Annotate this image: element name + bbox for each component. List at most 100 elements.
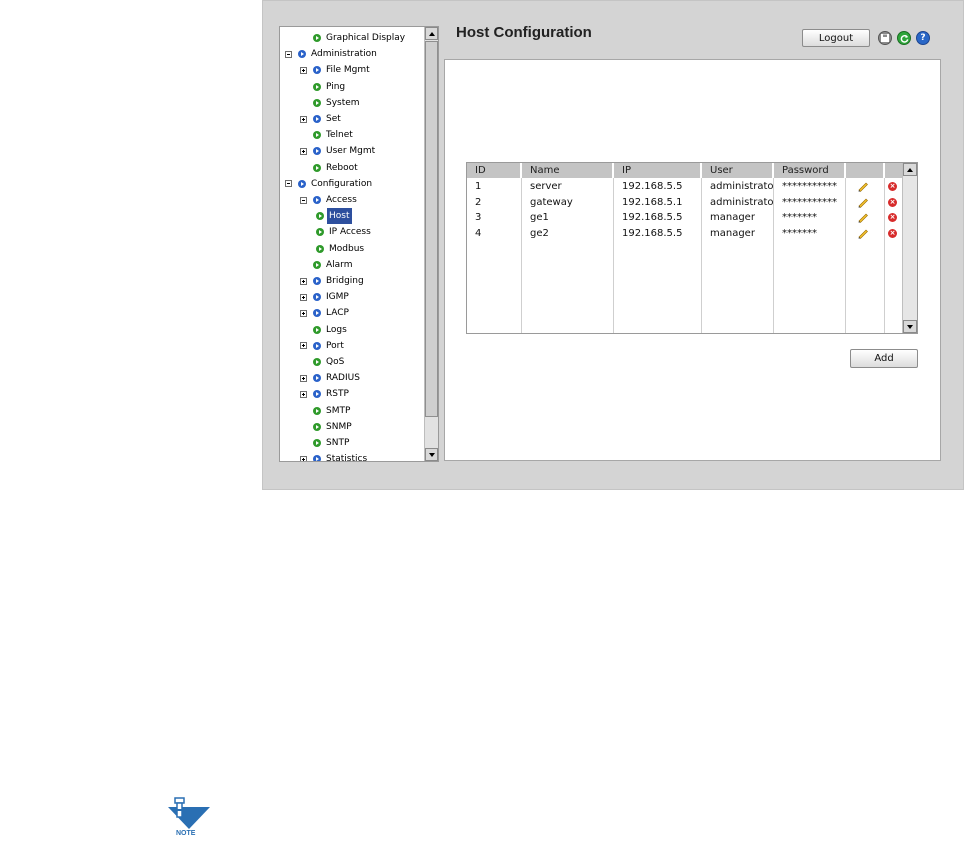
collapse-icon[interactable] <box>300 196 307 204</box>
expand-icon[interactable] <box>300 374 307 382</box>
tree-item[interactable]: LACP <box>300 305 351 321</box>
tree-item[interactable]: Ping <box>313 79 347 95</box>
tree-item-label: LACP <box>326 308 349 319</box>
edit-pencil-icon[interactable] <box>857 228 869 239</box>
table-row[interactable]: 3 ge1 192.168.5.5 manager ******* × <box>467 210 902 225</box>
page-node-icon <box>313 131 321 140</box>
cell-user: administrato <box>710 181 774 192</box>
tree-item[interactable]: Alarm <box>313 257 354 273</box>
cell-password: ******* <box>782 212 817 223</box>
table-scroll-up-button[interactable] <box>903 163 917 176</box>
tree-item[interactable]: Host <box>316 208 352 225</box>
cell-password: ******* <box>782 227 817 239</box>
table-scroll-down-button[interactable] <box>903 320 917 333</box>
table-row[interactable]: 1 server 192.168.5.5 administrato **********… <box>467 179 902 194</box>
table-scrollbar[interactable] <box>902 163 917 333</box>
tree-item[interactable]: SNMP <box>313 419 354 435</box>
expand-icon[interactable] <box>300 147 307 155</box>
tree-item-label: SNMP <box>326 421 352 432</box>
tree-item[interactable]: Port <box>300 338 346 354</box>
tree-item[interactable]: File Mgmt <box>300 62 372 78</box>
collapse-icon[interactable] <box>285 50 292 58</box>
cell-password: *********** <box>782 181 837 192</box>
refresh-arrows-icon <box>900 34 908 43</box>
column-header-id[interactable]: ID <box>467 163 522 178</box>
tree-item[interactable]: SNTP <box>313 435 351 451</box>
column-header-user[interactable]: User <box>702 163 774 178</box>
scroll-up-button[interactable] <box>425 27 438 40</box>
logout-button[interactable]: Logout <box>802 29 870 47</box>
expand-icon[interactable] <box>300 342 307 350</box>
arrow-down-icon <box>428 452 435 457</box>
tree-item-label: IP Access <box>329 227 371 238</box>
tree-item[interactable]: Modbus <box>316 241 366 257</box>
arrow-down-icon <box>907 324 913 329</box>
column-header-name[interactable]: Name <box>522 163 614 178</box>
column-header-password[interactable]: Password <box>774 163 846 178</box>
delete-icon[interactable]: × <box>888 197 897 207</box>
help-icon[interactable]: ? <box>916 31 930 45</box>
tree-item[interactable]: Set <box>300 111 343 127</box>
folder-node-icon <box>298 50 306 59</box>
tree-item[interactable]: Graphical Display <box>313 30 407 46</box>
expand-icon[interactable] <box>300 293 307 301</box>
expand-icon[interactable] <box>300 115 307 123</box>
tree-item[interactable]: IGMP <box>300 289 351 305</box>
tree-item[interactable]: Reboot <box>313 160 360 176</box>
column-header-ip[interactable]: IP <box>614 163 702 178</box>
expand-icon[interactable] <box>300 277 307 285</box>
edit-pencil-icon[interactable] <box>857 212 869 223</box>
edit-pencil-icon[interactable] <box>857 181 869 192</box>
tree-item-label: User Mgmt <box>326 146 376 157</box>
page-title: Host Configuration <box>456 24 592 41</box>
add-button[interactable]: Add <box>850 349 918 368</box>
cell-id: 2 <box>475 196 482 208</box>
table-row[interactable]: 2 gateway 192.168.5.1 administrato *********… <box>467 195 902 210</box>
delete-icon[interactable]: × <box>888 228 897 238</box>
refresh-icon[interactable] <box>897 31 911 45</box>
tree-item-label: Modbus <box>329 243 365 254</box>
expand-icon[interactable] <box>300 390 307 398</box>
save-icon[interactable] <box>878 31 892 45</box>
tree-item-label: System <box>326 97 360 108</box>
page-node-icon <box>313 422 321 431</box>
tree-item[interactable]: Configuration <box>285 176 374 192</box>
expand-icon[interactable] <box>300 66 307 74</box>
tree-item[interactable]: System <box>313 95 362 111</box>
tree-item[interactable]: SMTP <box>313 403 352 419</box>
tree-item[interactable]: User Mgmt <box>300 143 377 159</box>
scroll-down-button[interactable] <box>425 448 438 461</box>
tree-item[interactable]: Access <box>300 192 359 208</box>
expand-icon[interactable] <box>300 309 307 317</box>
edit-pencil-icon[interactable] <box>857 197 869 208</box>
tree-item-label: RSTP <box>326 389 349 400</box>
page-node-icon <box>313 98 321 107</box>
expand-icon[interactable] <box>300 455 307 461</box>
tree-item[interactable]: Bridging <box>300 273 366 289</box>
tree-item[interactable]: QoS <box>313 354 346 370</box>
tree-item[interactable]: RSTP <box>300 386 351 402</box>
tree-item[interactable]: Logs <box>313 322 349 338</box>
tree-scrollbar[interactable] <box>424 27 438 461</box>
tree-item[interactable]: Administration <box>285 46 379 62</box>
delete-icon[interactable]: × <box>888 213 897 222</box>
folder-node-icon <box>313 293 321 302</box>
tree-item[interactable]: IP Access <box>316 224 373 240</box>
tree-item-label: Administration <box>311 49 377 60</box>
tree-item-label: SMTP <box>326 405 351 416</box>
tree-item[interactable]: Statistics <box>300 451 369 461</box>
page-node-icon <box>316 212 324 221</box>
page-node-icon <box>316 228 324 237</box>
page-node-icon <box>313 406 321 415</box>
tree-item-label: Telnet <box>326 130 353 141</box>
cell-id: 1 <box>475 181 482 192</box>
page-node-icon <box>313 260 321 269</box>
tree-item[interactable]: Telnet <box>313 127 355 143</box>
tree-item[interactable]: RADIUS <box>300 370 362 386</box>
note-label: NOTE <box>176 830 196 837</box>
scroll-thumb[interactable] <box>425 41 438 417</box>
folder-node-icon <box>313 66 321 75</box>
delete-icon[interactable]: × <box>888 182 897 191</box>
table-row[interactable]: 4 ge2 192.168.5.5 manager ******* × <box>467 226 902 241</box>
collapse-icon[interactable] <box>285 180 292 188</box>
